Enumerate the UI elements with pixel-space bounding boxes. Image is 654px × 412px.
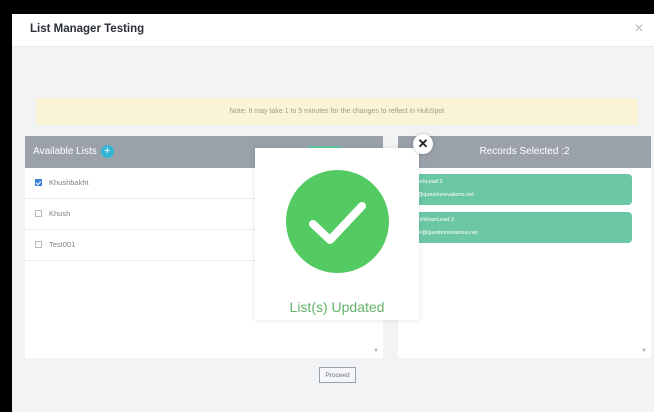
success-message: List(s) Updated bbox=[289, 299, 385, 315]
window-title: List Manager Testing bbox=[30, 23, 145, 35]
list-item-label: Khushbakht bbox=[49, 178, 89, 187]
records-selected-panel: Records Selected :2 KhushLead 3 ...n@que… bbox=[398, 136, 651, 358]
list-checkbox[interactable] bbox=[35, 210, 42, 217]
proceed-button[interactable]: Proceed bbox=[319, 367, 356, 383]
window-close-icon[interactable]: × bbox=[630, 20, 648, 38]
check-icon bbox=[309, 202, 366, 244]
success-popup: List(s) Updated bbox=[255, 148, 419, 320]
add-list-icon[interactable]: + bbox=[100, 144, 114, 158]
popup-close-icon[interactable]: ✕ bbox=[413, 134, 433, 154]
list-item-label: Test001 bbox=[49, 240, 76, 249]
scroll-down-icon[interactable]: ▼ bbox=[641, 348, 647, 354]
record-card[interactable]: WhishkhanLead 2 ...we@questinnovations.n… bbox=[398, 212, 632, 243]
hubspot-sync-note: Note: It may take 1 to 5 minutes for the… bbox=[36, 98, 638, 125]
list-checkbox[interactable] bbox=[35, 241, 42, 248]
record-card[interactable]: KhushLead 3 ...n@questinnovations.net bbox=[398, 174, 632, 205]
record-email: ...n@questinnovations.net bbox=[410, 192, 474, 198]
success-check-circle bbox=[286, 170, 389, 273]
list-manager-window: List Manager Testing × Note: It may take… bbox=[12, 14, 654, 412]
scroll-down-icon[interactable]: ▼ bbox=[373, 348, 379, 354]
window-titlebar: List Manager Testing × bbox=[12, 14, 654, 47]
list-item-label: Khush bbox=[49, 209, 71, 218]
record-email: ...we@questinnovations.net bbox=[410, 230, 478, 236]
records-selected-header: Records Selected :2 bbox=[398, 136, 651, 168]
available-lists-title: Available Lists bbox=[33, 146, 97, 157]
list-checkbox-checked[interactable] bbox=[35, 179, 42, 186]
